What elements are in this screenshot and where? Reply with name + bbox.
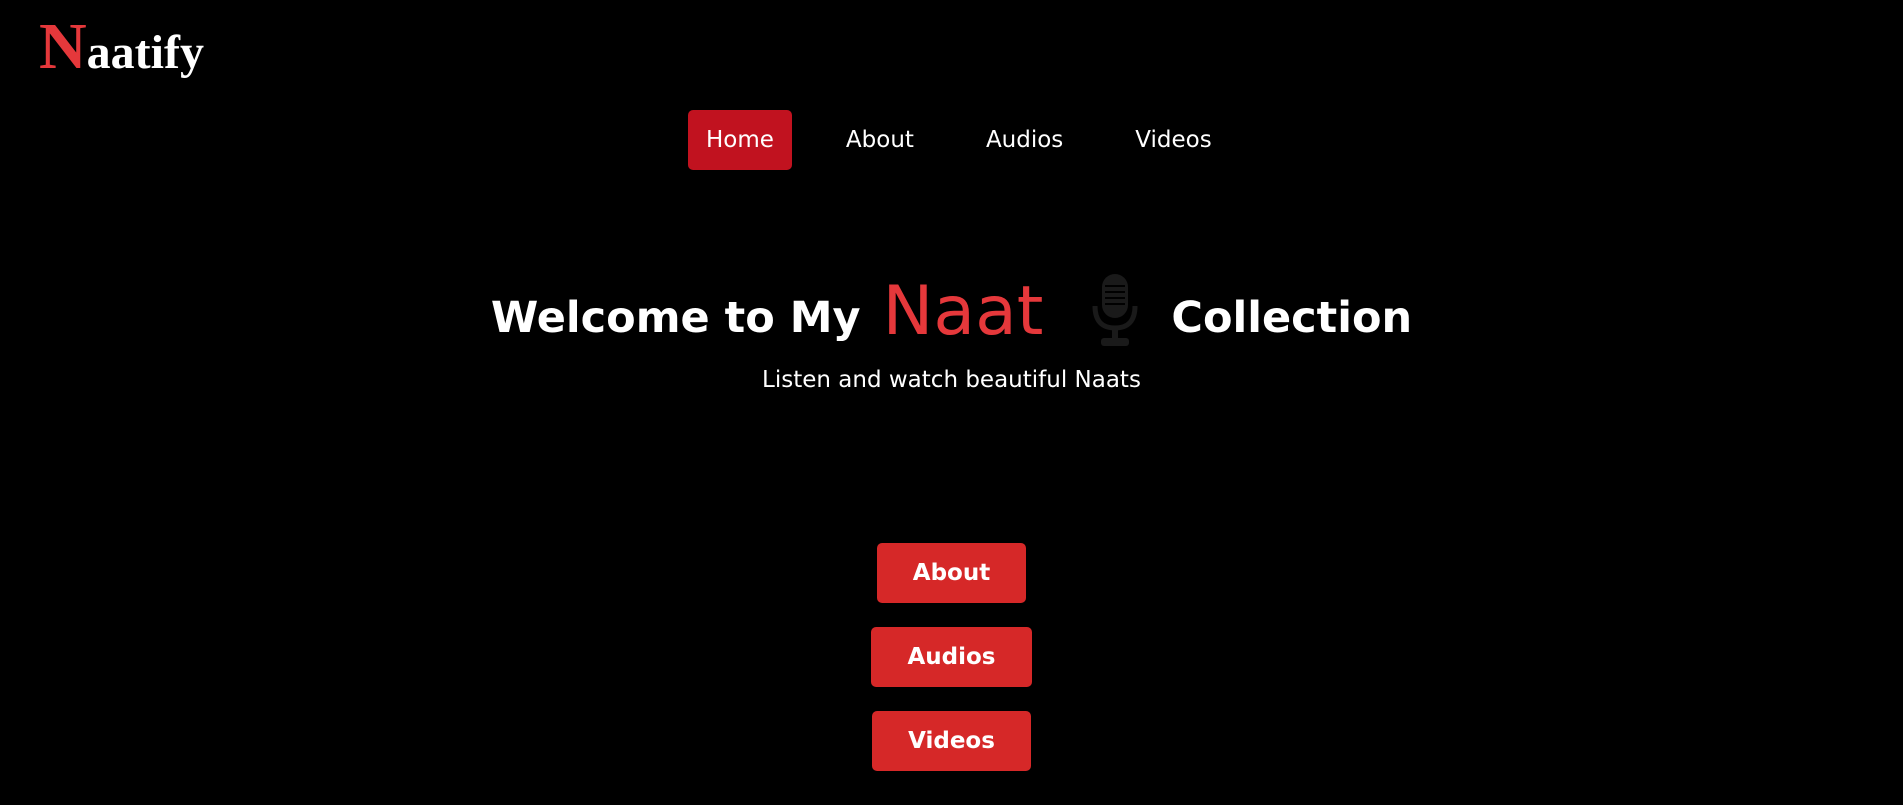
audios-button[interactable]: Audios [871, 627, 1032, 687]
hero-subtitle: Listen and watch beautiful Naats [762, 367, 1141, 393]
logo-initial: N [39, 10, 87, 83]
main-nav: Home About Audios Videos [688, 110, 1230, 170]
page: Naatify Home About Audios Videos Welcome… [0, 0, 1903, 805]
hero-title-accent: Naat [882, 272, 1044, 351]
nav-item-videos[interactable]: Videos [1117, 110, 1229, 170]
hero-title-before: Welcome to My [490, 292, 861, 343]
logo-text: aatify [86, 26, 204, 79]
nav-item-home[interactable]: Home [688, 110, 792, 170]
hero-title: Welcome to My Naat Collection [490, 272, 1413, 357]
microphone-icon [1089, 272, 1141, 348]
nav-item-about[interactable]: About [828, 110, 932, 170]
site-logo[interactable]: Naatify [39, 14, 204, 80]
videos-button[interactable]: Videos [872, 711, 1031, 771]
hero-title-after: Collection [1171, 292, 1413, 343]
hero-section: Welcome to My Naat Collection Listen and… [0, 272, 1903, 393]
nav-item-audios[interactable]: Audios [968, 110, 1081, 170]
action-buttons: About Audios Videos [0, 543, 1903, 771]
about-button[interactable]: About [876, 543, 1027, 603]
